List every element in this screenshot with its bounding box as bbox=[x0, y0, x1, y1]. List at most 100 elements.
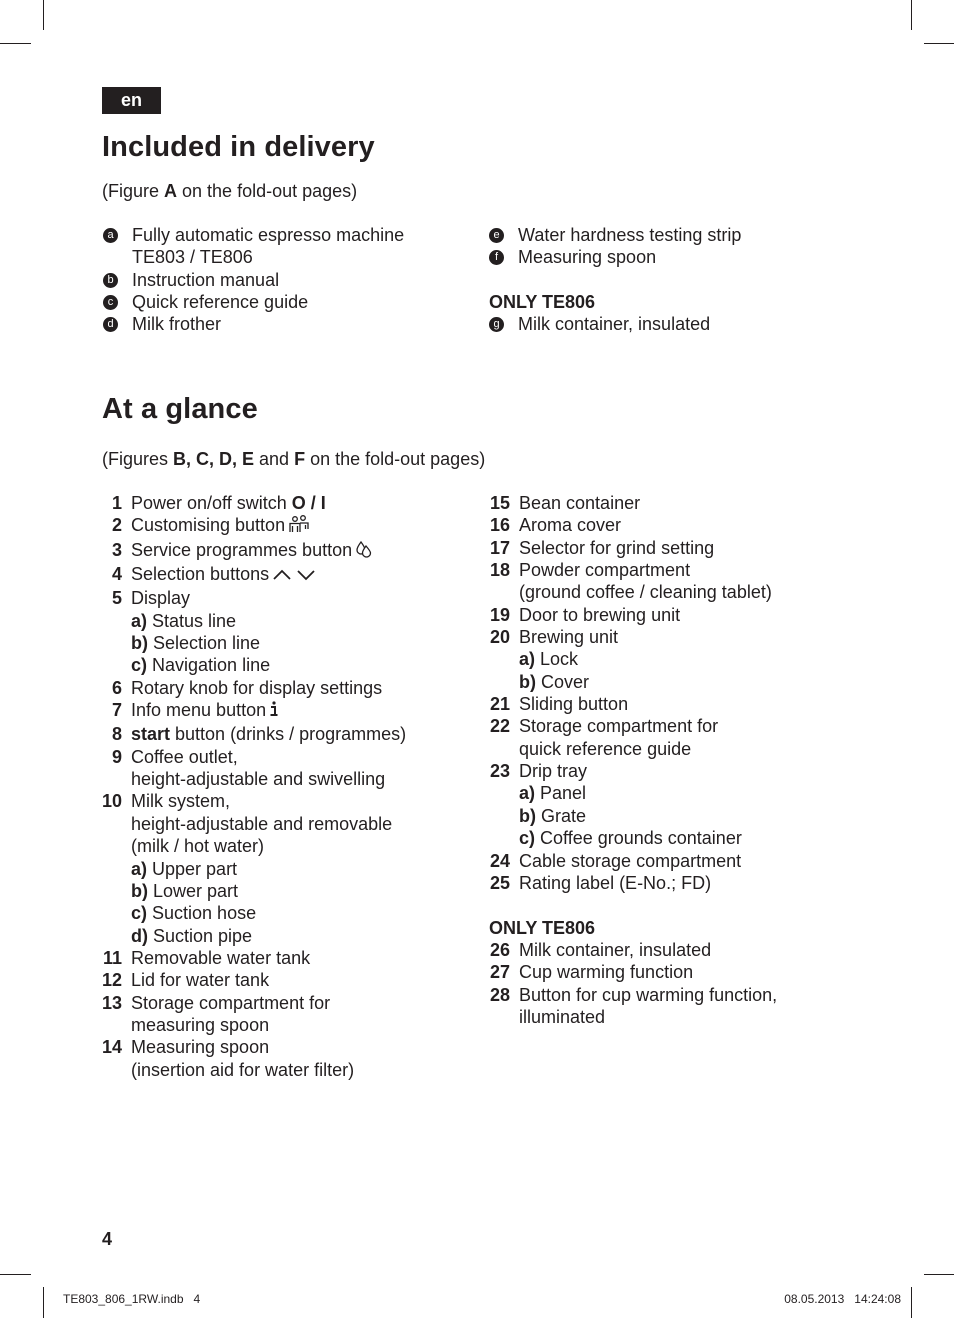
crop-mark bbox=[911, 0, 912, 30]
part-number: 8 bbox=[111, 724, 122, 745]
part-number: 7 bbox=[111, 700, 122, 721]
item-text: Milk container, insulated bbox=[518, 314, 711, 335]
part-subitem: a) Panel bbox=[489, 782, 777, 804]
part-number: 23 bbox=[489, 761, 510, 782]
part-number: 27 bbox=[489, 962, 510, 983]
part-number: 25 bbox=[489, 872, 510, 893]
part-text: Brewing unit bbox=[519, 626, 618, 648]
part-item-continuation: (milk / hot water) bbox=[102, 835, 406, 857]
part-text: Customising button bbox=[131, 514, 310, 538]
part-number: 18 bbox=[489, 560, 510, 581]
part-label: Cup warming function bbox=[519, 962, 694, 983]
part-label: Drip tray bbox=[519, 761, 588, 782]
part-text: height-adjustable and swivelling bbox=[131, 768, 385, 790]
figref-text: and bbox=[254, 449, 295, 469]
part-item-continuation: (ground coffee / cleaning tablet) bbox=[489, 581, 777, 603]
bold-keyword: start bbox=[131, 724, 171, 745]
part-text: (ground coffee / cleaning tablet) bbox=[519, 581, 772, 603]
part-label: Rotary knob for display settings bbox=[131, 677, 383, 698]
part-number bbox=[102, 858, 122, 880]
part-number: 11 bbox=[102, 947, 122, 968]
part-item: 25 Rating label (E-No.; FD) bbox=[489, 872, 777, 894]
part-text: Sliding button bbox=[519, 693, 628, 715]
part-label: Bean container bbox=[519, 493, 641, 513]
delivery-item: b Instruction manual bbox=[103, 269, 404, 291]
part-label: Storage compartment for bbox=[131, 992, 331, 1013]
part-label: Removable water tank bbox=[131, 947, 311, 968]
customising-people-icon bbox=[288, 515, 310, 538]
part-text: Selection buttons bbox=[131, 563, 318, 587]
part-text: Aroma cover bbox=[519, 514, 621, 536]
part-number bbox=[102, 632, 122, 654]
part-text: Bean container bbox=[519, 492, 640, 514]
part-number: 24 bbox=[489, 850, 510, 871]
part-text: Storage compartment for bbox=[519, 715, 718, 737]
delivery-list-left: a Fully automatic espresso machine TE803 /… bbox=[103, 224, 404, 336]
figref-text: (Figure bbox=[102, 181, 165, 201]
parts-list-left: 1 Power on/off switch O / I 2 Customising b… bbox=[102, 492, 406, 1081]
part-label: (milk / hot water) bbox=[131, 836, 265, 857]
item-letter-badge: e bbox=[489, 228, 504, 243]
part-item: 10 Milk system, bbox=[102, 790, 406, 812]
part-label: measuring spoon bbox=[131, 1014, 270, 1035]
part-number bbox=[102, 1059, 122, 1081]
sub-label: a) bbox=[131, 858, 153, 879]
part-label: (ground coffee / cleaning tablet) bbox=[519, 582, 772, 603]
part-text: a) Upper part bbox=[131, 858, 237, 880]
part-label: Storage compartment for bbox=[519, 716, 719, 737]
only-te806-heading: ONLY TE806 bbox=[489, 917, 596, 938]
part-item: 17 Selector for grind setting bbox=[489, 537, 777, 559]
part-number: 9 bbox=[111, 746, 122, 767]
section-title-glance: At a glance bbox=[102, 393, 258, 425]
part-text: c) Navigation line bbox=[131, 654, 270, 676]
figure-reference-glance: (Figures B, C, D, E and F on the fold-ou… bbox=[102, 449, 485, 470]
part-text: a) Status line bbox=[131, 610, 236, 632]
part-number bbox=[489, 782, 510, 804]
part-label: Suction pipe bbox=[153, 925, 253, 946]
figure-reference-delivery: (Figure A on the fold-out pages) bbox=[102, 181, 357, 202]
part-text: a) Lock bbox=[519, 648, 578, 670]
part-item: 7 Info menu button bbox=[102, 699, 406, 723]
part-label: Milk system, bbox=[131, 791, 230, 812]
part-label: height-adjustable and removable bbox=[131, 813, 393, 834]
part-text: b) Cover bbox=[519, 671, 589, 693]
part-label: Rating label (E-No.; FD) bbox=[519, 872, 712, 893]
part-label: Milk container, insulated bbox=[519, 939, 712, 960]
delivery-list-right: e Water hardness testing strip f Measuring … bbox=[489, 224, 741, 336]
part-text: Removable water tank bbox=[131, 947, 310, 969]
part-label: Door to brewing unit bbox=[519, 604, 681, 625]
switch-symbol: O / I bbox=[291, 493, 326, 513]
part-text: (insertion aid for water filter) bbox=[131, 1059, 354, 1081]
part-item: 18 Powder compartment bbox=[489, 559, 777, 581]
part-item: 12 Lid for water tank bbox=[102, 969, 406, 991]
sub-label: b) bbox=[519, 671, 541, 692]
part-item: 28 Button for cup warming function, bbox=[489, 984, 777, 1006]
part-item-continuation: height-adjustable and swivelling bbox=[102, 768, 406, 790]
delivery-item: TE803 / TE806 bbox=[103, 246, 404, 268]
part-number: 2 bbox=[111, 515, 122, 536]
part-item: 6 Rotary knob for display settings bbox=[102, 677, 406, 699]
part-item: 14 Measuring spoon bbox=[102, 1036, 406, 1058]
sub-label: b) bbox=[519, 805, 541, 826]
part-label: Aroma cover bbox=[519, 515, 622, 536]
part-label: Coffee outlet, bbox=[131, 746, 238, 767]
part-label: Navigation line bbox=[152, 655, 271, 676]
figref-text: (Figures bbox=[102, 449, 174, 469]
item-text: Instruction manual bbox=[132, 269, 280, 290]
part-text: Door to brewing unit bbox=[519, 604, 680, 626]
part-item: 15 Bean container bbox=[489, 492, 777, 514]
part-number: 6 bbox=[111, 677, 122, 698]
part-text: measuring spoon bbox=[131, 1014, 269, 1036]
part-number bbox=[102, 813, 122, 835]
part-item: 26 Milk container, insulated bbox=[489, 939, 777, 961]
part-label: Cable storage compartment bbox=[519, 850, 742, 871]
crop-mark bbox=[0, 1274, 31, 1275]
part-number: 12 bbox=[102, 970, 123, 991]
part-subitem: b) Cover bbox=[489, 671, 777, 693]
part-text: Coffee outlet, bbox=[131, 746, 238, 768]
part-number bbox=[489, 671, 510, 693]
part-number: 3 bbox=[111, 539, 122, 560]
item-text: Water hardness testing strip bbox=[518, 225, 742, 245]
